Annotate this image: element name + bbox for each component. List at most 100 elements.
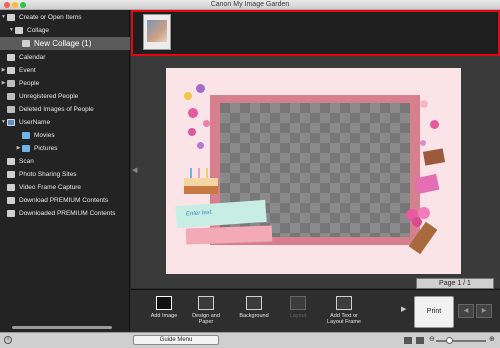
design-paper-icon bbox=[198, 296, 214, 310]
sidebar-item-calendar[interactable]: Calendar bbox=[0, 51, 130, 63]
background-icon bbox=[246, 296, 262, 310]
sidebar-item-label: Collage bbox=[27, 26, 50, 34]
button-label: Layout bbox=[289, 313, 307, 319]
text-placeholder: Enter text. bbox=[185, 209, 214, 218]
expand-arrow-icon[interactable]: ▶ bbox=[0, 67, 7, 73]
layout-button[interactable]: Layout bbox=[276, 296, 320, 330]
button-label: Design and Paper bbox=[192, 313, 220, 325]
sidebar-item-unregistered-people[interactable]: Unregistered People bbox=[0, 90, 130, 102]
collage-icon bbox=[15, 26, 23, 34]
computer-icon bbox=[7, 118, 15, 126]
prev-page-button[interactable]: ◀ bbox=[458, 304, 474, 318]
folder-icon bbox=[22, 144, 30, 152]
sidebar-item-label: New Collage (1) bbox=[34, 39, 92, 48]
sidebar-item-label: Video Frame Capture bbox=[19, 183, 82, 191]
add-text-button[interactable]: Add Text or Layout Frame bbox=[322, 296, 366, 330]
sidebar-item-label: Movies bbox=[34, 131, 55, 139]
sidebar-item-create-or-open[interactable]: ▼ Create or Open Items bbox=[0, 11, 130, 23]
calendar-icon bbox=[7, 53, 15, 61]
zoom-slider-knob[interactable] bbox=[446, 337, 453, 344]
flower-decoration bbox=[420, 140, 426, 146]
flower-decoration bbox=[203, 120, 210, 127]
full-screen-icon[interactable] bbox=[416, 337, 424, 344]
info-icon[interactable]: i bbox=[4, 336, 12, 344]
sidebar-item-downloaded-premium[interactable]: Downloaded PREMIUM Contents bbox=[0, 207, 130, 219]
sidebar-item-new-collage[interactable]: New Collage (1) bbox=[0, 37, 130, 50]
sidebar-item-movies[interactable]: Movies bbox=[0, 129, 130, 141]
expand-arrow-icon[interactable]: ▼ bbox=[0, 14, 7, 20]
sidebar-item-people[interactable]: ▶ People bbox=[0, 77, 130, 89]
sidebar-item-deleted-images[interactable]: Deleted Images of People bbox=[0, 103, 130, 115]
sidebar-scrollbar[interactable] bbox=[12, 326, 112, 329]
create-items-icon bbox=[7, 13, 15, 21]
sidebar-item-download-premium[interactable]: Download PREMIUM Contents bbox=[0, 194, 130, 206]
sidebar-item-label: UserName bbox=[19, 118, 51, 126]
sidebar-item-scan[interactable]: Scan bbox=[0, 155, 130, 167]
expand-arrow-icon[interactable]: ▶ bbox=[15, 145, 22, 151]
expand-arrow-icon[interactable]: ▶ bbox=[0, 80, 7, 86]
sidebar-item-label: Create or Open Items bbox=[19, 13, 82, 21]
add-text-icon bbox=[336, 296, 352, 310]
add-image-icon bbox=[156, 296, 172, 310]
next-page-button[interactable]: ▶ bbox=[476, 304, 492, 318]
tape-decoration bbox=[185, 225, 273, 245]
flower-decoration bbox=[197, 142, 204, 149]
flower-decoration bbox=[196, 84, 205, 93]
flower-decoration bbox=[188, 128, 196, 136]
print-button[interactable]: Print bbox=[414, 296, 454, 328]
highlight-box bbox=[131, 10, 500, 56]
toolbar-next-icon[interactable]: ▶ bbox=[401, 305, 406, 313]
button-label: Add Image bbox=[150, 313, 178, 319]
unregistered-people-icon bbox=[7, 92, 15, 100]
sidebar-item-event[interactable]: ▶ Event bbox=[0, 64, 130, 76]
view-mode-icon[interactable] bbox=[404, 337, 412, 344]
zoom-in-icon[interactable]: ⊕ bbox=[489, 335, 495, 343]
add-image-button[interactable]: Add Image bbox=[142, 296, 186, 330]
button-label: Add Text or Layout Frame bbox=[327, 313, 361, 325]
video-frame-icon bbox=[7, 183, 15, 191]
design-and-paper-button[interactable]: Design and Paper bbox=[184, 296, 228, 330]
sidebar-item-username[interactable]: ▼ UserName bbox=[0, 116, 130, 128]
expand-arrow-icon[interactable]: ▼ bbox=[0, 119, 7, 125]
sidebar: ▼ Create or Open Items ▼ Collage New Col… bbox=[0, 10, 130, 332]
window-title: Canon My Image Garden bbox=[210, 1, 290, 8]
sidebar-item-label: Downloaded PREMIUM Contents bbox=[19, 209, 116, 217]
sidebar-item-collage[interactable]: ▼ Collage bbox=[0, 24, 130, 36]
sidebar-item-label: People bbox=[19, 79, 40, 87]
collage-doc-icon bbox=[22, 40, 30, 47]
download-icon bbox=[7, 196, 15, 204]
scan-icon bbox=[7, 157, 15, 165]
sidebar-item-label: Deleted Images of People bbox=[19, 105, 94, 113]
sidebar-item-label: Photo Sharing Sites bbox=[19, 170, 77, 178]
sidebar-item-label: Event bbox=[19, 66, 36, 74]
sidebar-item-photo-sharing[interactable]: Photo Sharing Sites bbox=[0, 168, 130, 180]
flower-decoration bbox=[420, 100, 428, 108]
status-bar bbox=[0, 332, 500, 348]
sidebar-item-pictures[interactable]: ▶ Pictures bbox=[0, 142, 130, 154]
layout-icon bbox=[290, 296, 306, 310]
background-button[interactable]: Background bbox=[232, 296, 276, 330]
event-icon bbox=[7, 66, 15, 74]
sidebar-item-label: Download PREMIUM Contents bbox=[19, 196, 109, 204]
title-bar: Canon My Image Garden bbox=[0, 0, 500, 10]
bouquet-decoration bbox=[402, 205, 442, 255]
guide-menu-button[interactable]: Guide Menu bbox=[133, 335, 219, 345]
sidebar-item-label: Unregistered People bbox=[19, 92, 79, 100]
flower-decoration bbox=[430, 120, 439, 129]
downloaded-icon bbox=[7, 209, 15, 217]
expand-arrow-icon[interactable]: ▼ bbox=[8, 27, 15, 33]
button-label: Background bbox=[239, 313, 269, 319]
photo-sharing-icon bbox=[7, 170, 15, 178]
deleted-people-icon bbox=[7, 105, 15, 113]
cake-decoration bbox=[184, 168, 218, 196]
flower-decoration bbox=[184, 92, 192, 100]
sidebar-item-video-capture[interactable]: Video Frame Capture bbox=[0, 181, 130, 193]
folder-icon bbox=[22, 131, 30, 139]
collapse-handle-icon[interactable]: ◀ bbox=[132, 166, 137, 174]
people-icon bbox=[7, 79, 15, 87]
zoom-slider[interactable] bbox=[436, 340, 486, 342]
sidebar-item-label: Pictures bbox=[34, 144, 58, 152]
sidebar-item-label: Calendar bbox=[19, 53, 46, 61]
zoom-out-icon[interactable]: ⊖ bbox=[429, 335, 435, 343]
sidebar-item-label: Scan bbox=[19, 157, 34, 165]
